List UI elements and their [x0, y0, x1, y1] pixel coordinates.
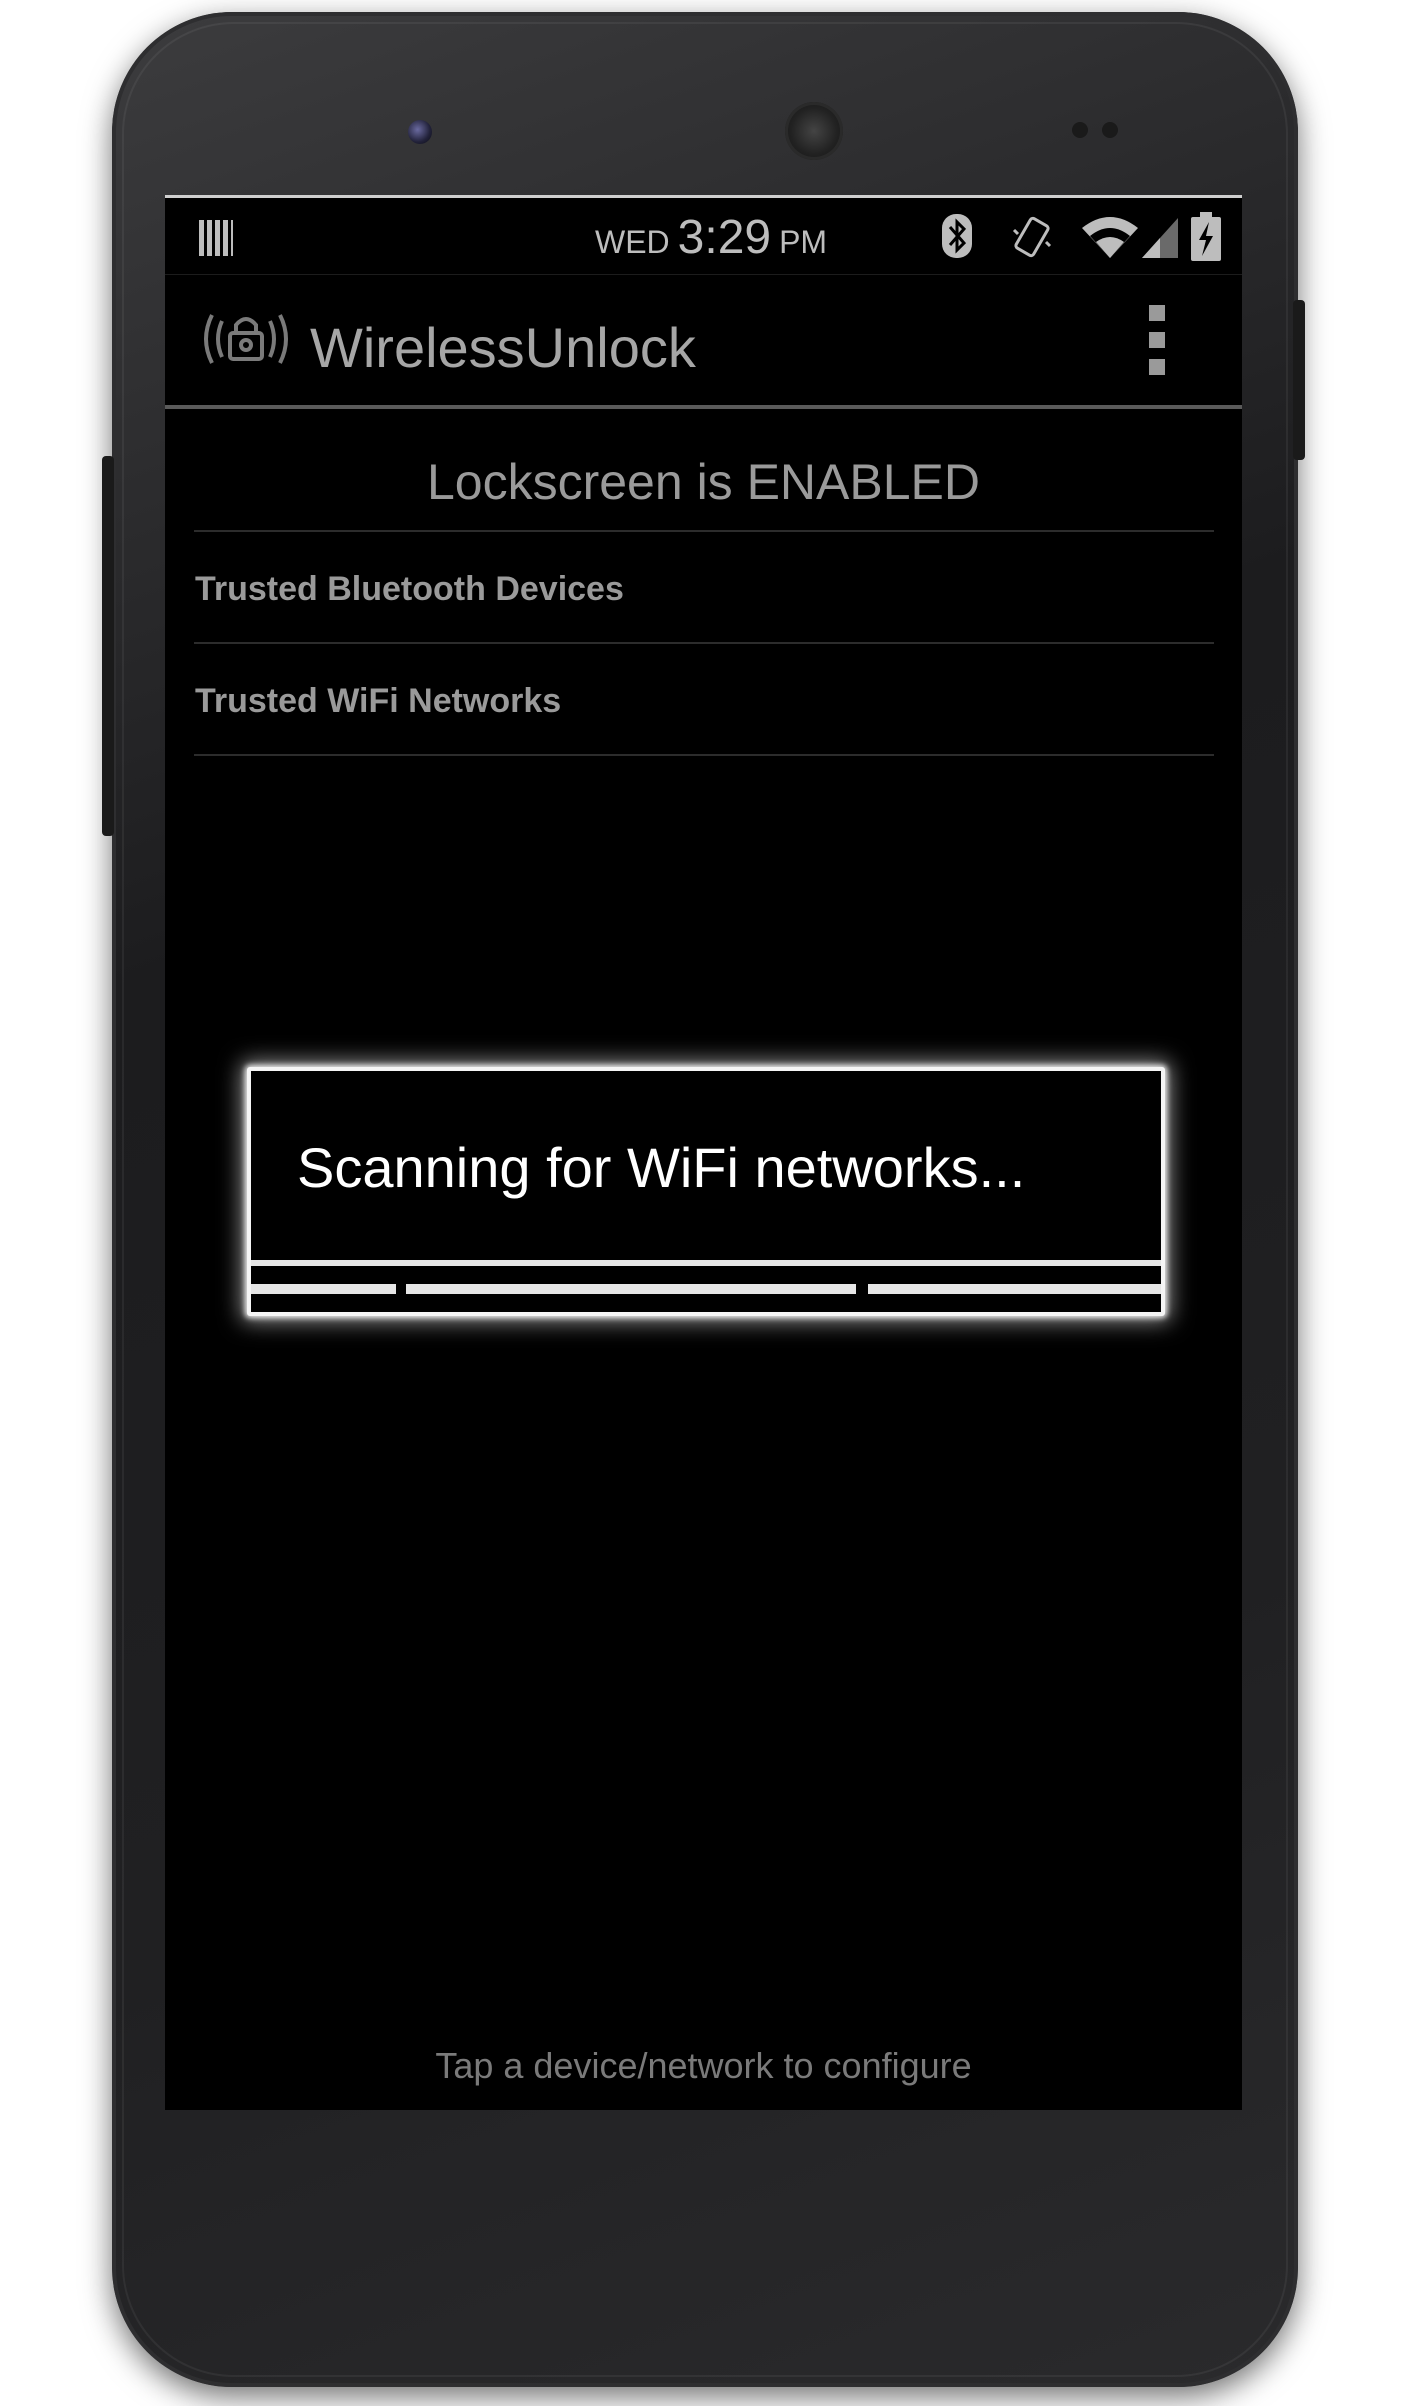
status-bar: WED 3:29 PM [165, 195, 1242, 275]
divider [194, 530, 1214, 532]
status-clock: WED 3:29 PM [595, 210, 827, 265]
divider [194, 754, 1214, 756]
wifi-icon [1082, 217, 1138, 258]
proximity-sensor [1072, 122, 1088, 138]
battery-charging-icon [1191, 212, 1221, 261]
divider [194, 642, 1214, 644]
progress-bar-track [251, 1260, 1161, 1266]
progress-indicator-segment [251, 1284, 396, 1294]
overflow-dot [1149, 305, 1165, 321]
status-day: WED [595, 224, 670, 260]
status-time: 3:29 [677, 211, 772, 264]
list-item-trusted-bluetooth[interactable]: Trusted Bluetooth Devices [195, 570, 624, 609]
wireless-lock-icon[interactable] [198, 303, 294, 375]
vibrate-icon [1012, 216, 1052, 258]
overflow-dot [1149, 332, 1165, 348]
notification-barcode-icon [199, 220, 233, 256]
progress-dialog: Scanning for WiFi networks... [247, 1067, 1165, 1316]
power-button[interactable] [1293, 300, 1305, 460]
status-ampm: PM [779, 224, 828, 260]
progress-indicator-segment [406, 1284, 856, 1294]
cell-signal-icon [1142, 218, 1178, 258]
overflow-dot [1149, 359, 1165, 375]
earpiece-speaker [785, 102, 843, 160]
app-title: WirelessUnlock [310, 316, 696, 379]
footer-hint: Tap a device/network to configure [435, 2045, 972, 2086]
list-item-trusted-wifi[interactable]: Trusted WiFi Networks [195, 682, 561, 721]
progress-indicator-segment [868, 1284, 1161, 1294]
light-sensor [1102, 122, 1118, 138]
front-camera [408, 120, 432, 144]
dialog-message: Scanning for WiFi networks... [297, 1136, 1026, 1199]
screen: WED 3:29 PM WirelessUnlock Lockscreen is… [165, 195, 1242, 2110]
lockscreen-status[interactable]: Lockscreen is ENABLED [165, 453, 1242, 511]
action-bar: WirelessUnlock [165, 275, 1242, 409]
volume-rocker[interactable] [102, 456, 114, 836]
bluetooth-icon [942, 214, 972, 258]
overflow-menu-icon[interactable] [1142, 305, 1172, 375]
